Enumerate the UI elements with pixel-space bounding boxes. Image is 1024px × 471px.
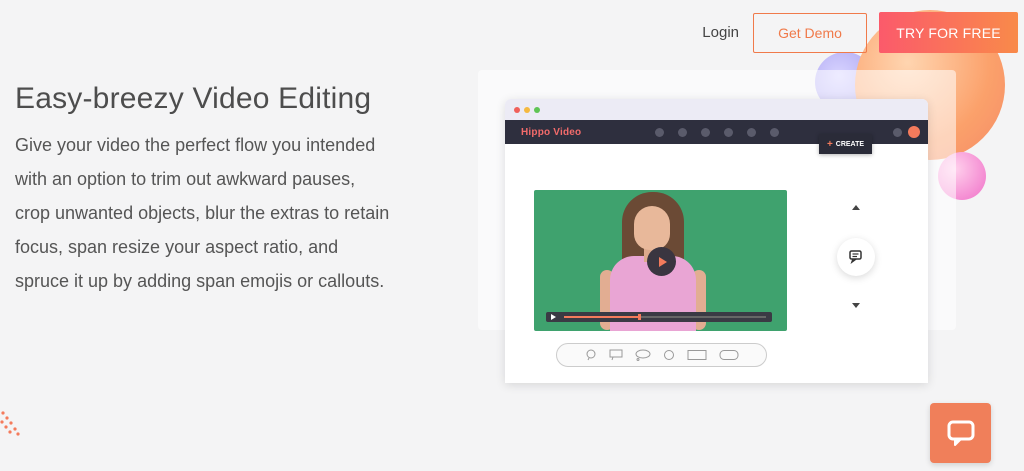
login-link[interactable]: Login xyxy=(702,24,739,41)
top-nav: Login Get Demo TRY FOR FREE xyxy=(702,12,1018,53)
progress-track xyxy=(564,314,766,320)
circle-icon xyxy=(663,350,674,360)
hero-description: Give your video the perfect flow you int… xyxy=(15,135,390,291)
decorative-dots-icon xyxy=(0,411,20,436)
speech-bubble-square-icon xyxy=(609,349,622,361)
avatar xyxy=(908,126,920,138)
nav-dot-icon xyxy=(701,128,710,137)
comments-button xyxy=(837,238,875,276)
progress-knob xyxy=(637,314,641,320)
create-button: + CREATE xyxy=(819,134,872,154)
nav-dot-icon xyxy=(724,128,733,137)
chat-bubble-icon xyxy=(947,420,974,446)
cloud-bubble-icon xyxy=(635,349,650,361)
notification-dot-icon xyxy=(893,128,902,137)
plus-icon: + xyxy=(826,138,833,150)
small-play-icon xyxy=(551,314,556,320)
nav-dot-icon xyxy=(747,128,756,137)
callout-shape-toolbar xyxy=(556,343,767,367)
progress-fill xyxy=(564,316,639,318)
comments-icon xyxy=(849,250,862,265)
hero-title: Easy-breezy Video Editing xyxy=(15,82,372,115)
nav-dot-icon xyxy=(655,128,664,137)
browser-chrome xyxy=(505,99,928,120)
close-dot-icon xyxy=(514,106,520,113)
create-label: CREATE xyxy=(835,140,865,148)
presenter-face xyxy=(634,206,670,250)
get-demo-button[interactable]: Get Demo xyxy=(753,12,867,53)
minimize-dot-icon xyxy=(524,106,530,113)
rectangle-icon xyxy=(687,350,706,360)
speech-bubble-round-icon xyxy=(586,349,595,361)
nav-dot-icon xyxy=(678,128,687,137)
chat-widget-button[interactable] xyxy=(930,403,991,463)
scroll-down-arrow-icon xyxy=(852,303,860,308)
rounded-rectangle-icon xyxy=(719,350,738,360)
try-for-free-button[interactable]: TRY FOR FREE xyxy=(879,12,1018,53)
app-nav-icons xyxy=(655,128,779,137)
maximize-dot-icon xyxy=(534,106,540,113)
play-icon xyxy=(647,247,676,276)
hippo-video-logo: Hippo Video xyxy=(521,126,582,138)
video-controls xyxy=(546,312,772,322)
nav-dot-icon xyxy=(770,128,779,137)
video-player xyxy=(534,190,787,331)
scroll-up-arrow-icon xyxy=(852,205,860,210)
